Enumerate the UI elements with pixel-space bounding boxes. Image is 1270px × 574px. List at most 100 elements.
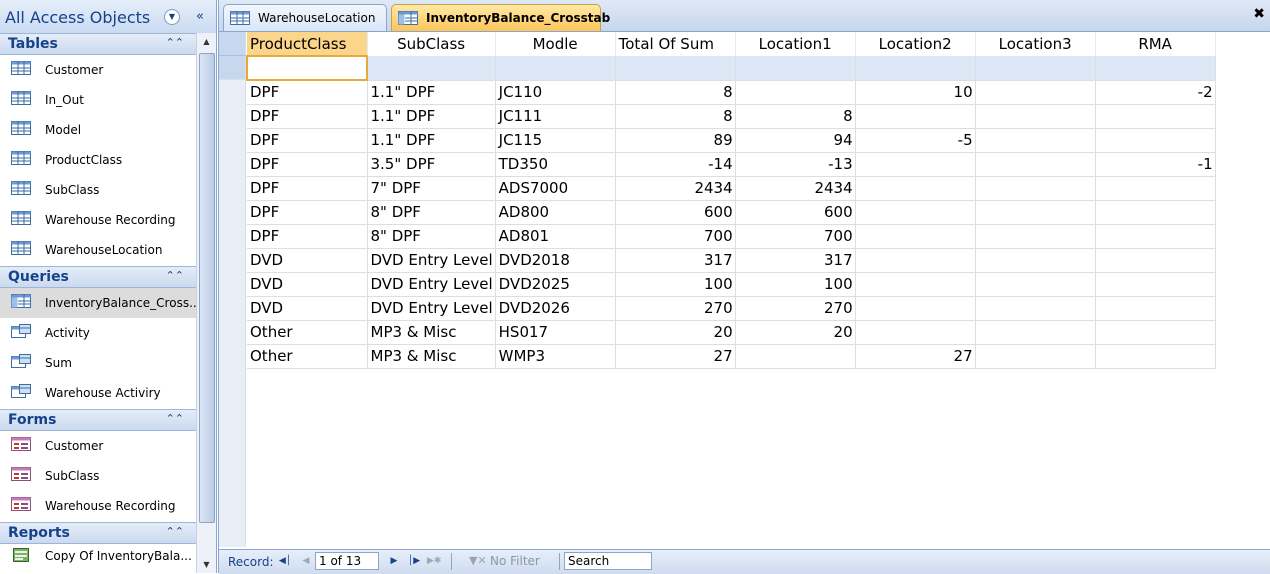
table-cell[interactable] xyxy=(855,104,976,129)
nav-item-subclass-table[interactable]: SubClass xyxy=(0,175,196,205)
table-cell[interactable] xyxy=(1095,224,1216,249)
table-cell[interactable] xyxy=(855,200,976,225)
column-header[interactable]: Location2 xyxy=(855,32,976,56)
select-all-button[interactable] xyxy=(219,32,245,56)
table-cell[interactable]: Other xyxy=(247,344,368,369)
table-cell[interactable] xyxy=(367,56,496,81)
table-cell[interactable]: DPF xyxy=(247,128,368,153)
table-cell[interactable]: 317 xyxy=(615,248,736,273)
table-cell[interactable] xyxy=(975,344,1096,369)
table-cell[interactable] xyxy=(1095,296,1216,321)
table-cell[interactable]: 270 xyxy=(735,296,856,321)
search-input[interactable]: Search xyxy=(564,552,652,570)
column-header[interactable]: ProductClass xyxy=(247,32,368,56)
table-cell[interactable]: AD801 xyxy=(495,224,616,249)
table-cell[interactable] xyxy=(1095,248,1216,273)
nav-item-warehouse-recording-table[interactable]: Warehouse Recording xyxy=(0,205,196,235)
table-cell[interactable] xyxy=(1095,200,1216,225)
nav-item-in-out-table[interactable]: In_Out xyxy=(0,85,196,115)
table-cell[interactable] xyxy=(975,80,1096,105)
table-cell[interactable]: 600 xyxy=(615,200,736,225)
collapse-icon[interactable]: ⌃⌃ xyxy=(166,412,184,425)
column-header[interactable]: Location3 xyxy=(975,32,1096,56)
table-cell[interactable]: DVD xyxy=(247,272,368,297)
table-cell[interactable]: 94 xyxy=(735,128,856,153)
new-record-icon[interactable]: ▶✱ xyxy=(427,553,441,569)
nav-title[interactable]: All Access Objects xyxy=(5,8,150,27)
table-cell[interactable]: 1.1" DPF xyxy=(367,80,496,105)
tab-inventorybalance-crosstab[interactable]: InventoryBalance_Crosstab xyxy=(391,4,610,31)
table-cell[interactable] xyxy=(1095,176,1216,201)
nav-item-warehouse-activiry-query[interactable]: Warehouse Activiry xyxy=(0,378,196,408)
last-record-icon[interactable]: │▶ xyxy=(407,553,421,569)
table-cell[interactable] xyxy=(975,104,1096,129)
close-icon[interactable]: ✖ xyxy=(1253,6,1265,22)
scroll-up-icon[interactable]: ▲ xyxy=(197,33,216,50)
table-cell[interactable]: DVD Entry Level xyxy=(367,296,496,321)
table-cell[interactable] xyxy=(975,128,1096,153)
table-cell[interactable] xyxy=(975,224,1096,249)
table-cell[interactable] xyxy=(975,248,1096,273)
table-cell[interactable]: DPF xyxy=(247,104,368,129)
group-reports[interactable]: Reports ⌃⌃ xyxy=(0,522,196,544)
first-record-icon[interactable]: ◀│ xyxy=(278,553,292,569)
table-cell[interactable]: DPF xyxy=(247,80,368,105)
table-cell[interactable]: DPF xyxy=(247,176,368,201)
table-cell[interactable]: 8 xyxy=(615,104,736,129)
table-cell[interactable]: JC110 xyxy=(495,80,616,105)
nav-scrollbar[interactable]: ▲ ▼ xyxy=(196,33,216,573)
collapse-icon[interactable]: ⌃⌃ xyxy=(166,36,184,49)
nav-item-activity-query[interactable]: Activity xyxy=(0,318,196,348)
nav-item-copy-of-inventorybalance-report[interactable]: Copy Of InventoryBala... xyxy=(0,544,196,568)
table-cell[interactable]: DVD xyxy=(247,296,368,321)
table-cell[interactable]: TD350 xyxy=(495,152,616,177)
table-cell[interactable] xyxy=(615,56,736,81)
table-cell[interactable]: 100 xyxy=(615,272,736,297)
table-cell[interactable] xyxy=(855,272,976,297)
table-cell[interactable]: 7" DPF xyxy=(367,176,496,201)
table-cell[interactable]: 2434 xyxy=(735,176,856,201)
table-cell[interactable]: 270 xyxy=(615,296,736,321)
table-cell[interactable]: ADS7000 xyxy=(495,176,616,201)
table-cell[interactable]: HS017 xyxy=(495,320,616,345)
column-header[interactable]: Location1 xyxy=(735,32,856,56)
table-cell[interactable] xyxy=(975,56,1096,81)
table-cell[interactable] xyxy=(1095,272,1216,297)
table-cell[interactable]: MP3 & Misc xyxy=(367,320,496,345)
table-cell[interactable]: 100 xyxy=(735,272,856,297)
table-cell[interactable]: -14 xyxy=(615,152,736,177)
table-cell[interactable]: DVD Entry Level xyxy=(367,272,496,297)
nav-item-inventorybalance-crosstab-query[interactable]: InventoryBalance_Cross... xyxy=(0,288,196,318)
nav-item-warehouselocation-table[interactable]: WarehouseLocation xyxy=(0,235,196,265)
table-cell[interactable]: JC115 xyxy=(495,128,616,153)
table-cell[interactable]: -1 xyxy=(1095,152,1216,177)
table-cell[interactable]: 700 xyxy=(615,224,736,249)
column-header[interactable]: Modle xyxy=(495,32,616,56)
shutter-bar-close-icon[interactable]: « xyxy=(190,8,210,26)
column-header[interactable]: SubClass xyxy=(367,32,496,56)
current-record-field[interactable]: 1 of 13 xyxy=(315,552,379,570)
table-cell[interactable] xyxy=(246,55,368,81)
table-cell[interactable]: 89 xyxy=(615,128,736,153)
table-cell[interactable]: DVD2018 xyxy=(495,248,616,273)
table-cell[interactable]: DPF xyxy=(247,152,368,177)
scroll-down-icon[interactable]: ▼ xyxy=(197,556,216,573)
table-cell[interactable]: DPF xyxy=(247,224,368,249)
table-cell[interactable]: 8" DPF xyxy=(367,224,496,249)
table-cell[interactable]: 1.1" DPF xyxy=(367,128,496,153)
collapse-icon[interactable]: ⌃⌃ xyxy=(166,525,184,538)
group-queries[interactable]: Queries ⌃⌃ xyxy=(0,266,196,288)
nav-item-sum-query[interactable]: Sum xyxy=(0,348,196,378)
table-cell[interactable] xyxy=(855,152,976,177)
table-cell[interactable]: 8 xyxy=(735,104,856,129)
table-cell[interactable]: JC111 xyxy=(495,104,616,129)
nav-item-warehouse-recording-form[interactable]: Warehouse Recording xyxy=(0,491,196,521)
table-cell[interactable] xyxy=(1095,56,1216,81)
table-cell[interactable] xyxy=(855,320,976,345)
table-cell[interactable] xyxy=(735,56,856,81)
column-header[interactable]: RMA xyxy=(1095,32,1216,56)
nav-item-customer-table[interactable]: Customer xyxy=(0,55,196,85)
nav-item-model-table[interactable]: Model xyxy=(0,115,196,145)
table-cell[interactable]: Other xyxy=(247,320,368,345)
table-cell[interactable]: 600 xyxy=(735,200,856,225)
